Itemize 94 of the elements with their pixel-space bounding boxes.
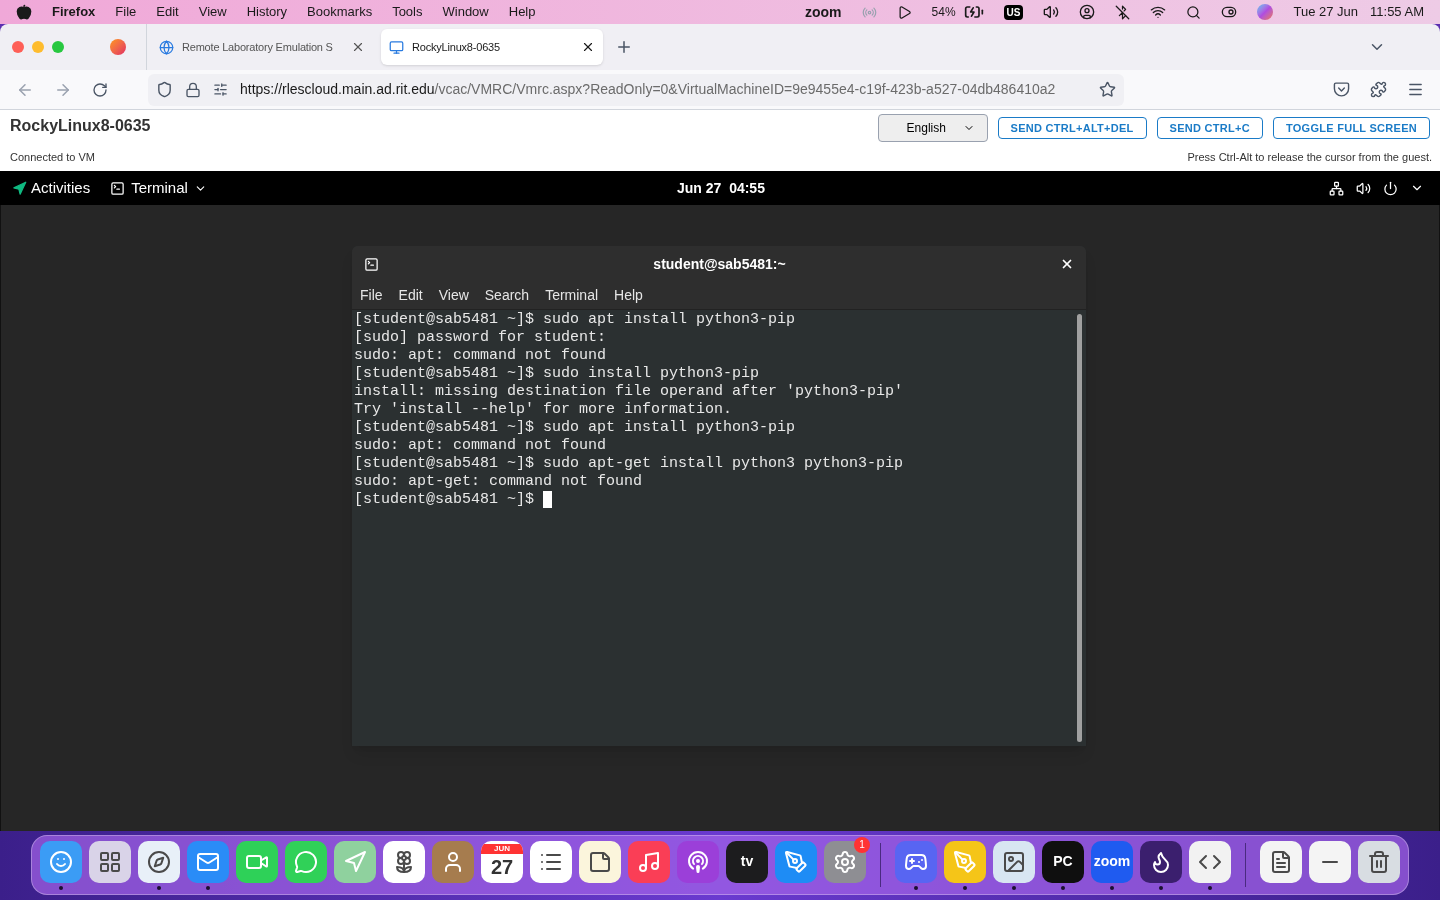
menu-item[interactable]: Edit: [156, 2, 179, 22]
terminal-line: sudo: apt: command not found: [354, 347, 607, 365]
permissions-icon: [213, 82, 228, 97]
app-menu[interactable]: Firefox: [52, 2, 96, 22]
terminal-icon: [364, 256, 379, 272]
new-tab-icon[interactable]: [615, 38, 633, 56]
volume-icon[interactable]: [1043, 4, 1060, 20]
terminal-menu-item[interactable]: Help: [614, 285, 643, 306]
siri-icon[interactable]: [1257, 4, 1274, 20]
terminal-menu-item[interactable]: Terminal: [545, 285, 599, 306]
terminal-line: [student@sab5481 ~]$ sudo apt install python3-pip: [354, 419, 796, 437]
wifi-icon[interactable]: [1150, 4, 1167, 20]
network-icon[interactable]: [1329, 180, 1344, 196]
dock-app-icon[interactable]: [1189, 840, 1231, 883]
control-center-icon[interactable]: [1221, 4, 1238, 20]
dock-app-icon[interactable]: [530, 840, 572, 883]
lock-icon: [185, 81, 201, 98]
close-tab-icon[interactable]: [581, 40, 595, 54]
search-icon[interactable]: [1186, 4, 1202, 20]
terminal-line: Try 'install --help' for more information.: [354, 401, 733, 419]
pocket-icon[interactable]: [1333, 81, 1350, 98]
close-window-button[interactable]: [12, 41, 24, 53]
menu-clock[interactable]: Tue 27 Jun 11:55 AM: [1293, 2, 1424, 22]
firefox-view-icon[interactable]: [110, 39, 126, 55]
tab-title: RockyLinux8-0635: [412, 39, 501, 55]
terminal-title: student@sab5481:~: [652, 254, 787, 274]
dock-app-icon[interactable]: [383, 840, 425, 883]
dock-app-icon[interactable]: [579, 840, 621, 883]
battery-percent: 54%: [931, 4, 956, 21]
shield-icon: [156, 81, 173, 98]
user-icon[interactable]: [1079, 4, 1096, 20]
dock-app-icon[interactable]: tv: [726, 840, 768, 883]
bluetooth-icon[interactable]: [1115, 4, 1131, 20]
bookmark-star-icon[interactable]: [1099, 81, 1116, 98]
terminal-line: sudo: apt-get: command not found: [354, 473, 643, 491]
dock-app-icon[interactable]: [1260, 840, 1302, 883]
zoom-status[interactable]: zoom: [804, 1, 842, 23]
terminal-line: [student@sab5481 ~]$ sudo install python3-pip: [354, 365, 760, 383]
globe-icon: [159, 39, 174, 55]
release-hint: Press Ctrl-Alt to release the cursor from the guest.: [1187, 149, 1432, 165]
menu-item[interactable]: History: [246, 2, 288, 22]
console-button[interactable]: SEND CTRL+C: [1156, 117, 1263, 139]
menu-icon[interactable]: [1407, 81, 1424, 98]
menu-item[interactable]: Help: [508, 2, 536, 22]
close-icon[interactable]: [1060, 257, 1074, 271]
dock-app-icon[interactable]: [89, 840, 131, 883]
terminal-line: install: missing destination file operand after 'python3-pip': [354, 383, 904, 401]
terminal-line: [student@sab5481 ~]$: [354, 491, 536, 509]
terminal-line: sudo: apt: command not found: [354, 437, 607, 455]
language-select[interactable]: English: [877, 114, 988, 142]
terminal-menu-item[interactable]: View: [438, 285, 469, 306]
terminal-icon: [110, 180, 126, 196]
browser-tab[interactable]: RockyLinux8-0635: [381, 29, 603, 65]
console-button[interactable]: TOGGLE FULL SCREEN: [1272, 117, 1430, 139]
scrollbar-thumb[interactable]: [1077, 314, 1082, 742]
terminal-menu-item[interactable]: Edit: [398, 285, 423, 306]
reload-icon[interactable]: [92, 81, 108, 98]
extensions-icon[interactable]: [1370, 81, 1387, 98]
notification-badge: 1: [854, 836, 870, 853]
address-bar[interactable]: https://rlescloud.main.ad.rit.edu/vcac/VMRC/Vmrc.aspx?ReadOnly=0&VirtualMachineID=9e9455e4-c19f-423b-a527-04db486410a2: [148, 73, 1124, 106]
dock-app-icon[interactable]: [993, 840, 1035, 883]
browser-tab[interactable]: Remote Laboratory Emulation S: [151, 29, 373, 65]
terminal-line: [sudo] password for student:: [354, 329, 607, 347]
terminal-app-menu[interactable]: Terminal: [110, 176, 207, 200]
guest-clock[interactable]: Jun 27 04:55: [677, 177, 765, 199]
dock-app-icon[interactable]: PC: [1042, 840, 1084, 883]
apple-icon[interactable]: [16, 4, 32, 20]
terminal-line: [student@sab5481 ~]$ sudo apt install python3-pip: [354, 311, 796, 329]
menu-item[interactable]: Bookmarks: [307, 2, 373, 22]
dock-app-icon[interactable]: zoom: [1091, 840, 1133, 883]
dock-app-icon[interactable]: [138, 840, 180, 883]
connection-status: Connected to VM: [10, 149, 96, 165]
terminal-menu-item[interactable]: File: [360, 285, 383, 306]
dock-app-icon[interactable]: [1358, 840, 1400, 883]
menu-item[interactable]: Tools: [392, 2, 423, 22]
tab-title: Remote Laboratory Emulation S: [182, 39, 334, 55]
close-tab-icon[interactable]: [351, 40, 365, 54]
dock-app-icon[interactable]: [1140, 840, 1182, 883]
menu-item[interactable]: View: [198, 2, 227, 22]
volume-icon[interactable]: [1356, 180, 1371, 196]
url-text: https://rlescloud.main.ad.rit.edu/vcac/VMRC/Vmrc.aspx?ReadOnly=0&VirtualMachineID=9e9455e4-c19f-423b-a527-04db486410a2: [240, 80, 1057, 99]
menu-item[interactable]: Window: [442, 2, 489, 22]
vm-title: RockyLinux8-0635: [10, 116, 151, 136]
dock-app-icon[interactable]: JUN 27: [481, 840, 523, 883]
text-cursor: [543, 491, 553, 508]
menu-item[interactable]: File: [115, 2, 137, 22]
power-icon[interactable]: [1383, 180, 1398, 196]
input-source[interactable]: US: [1003, 4, 1024, 20]
terminal-line: [student@sab5481 ~]$ sudo apt-get install python3 python3-pip: [354, 455, 904, 473]
console-button[interactable]: SEND CTRL+ALT+DEL: [997, 117, 1147, 139]
monitor-icon: [389, 39, 404, 55]
terminal-menu-item[interactable]: Search: [484, 285, 530, 306]
play-icon[interactable]: [896, 4, 912, 20]
activities-button[interactable]: Activities: [12, 176, 91, 200]
